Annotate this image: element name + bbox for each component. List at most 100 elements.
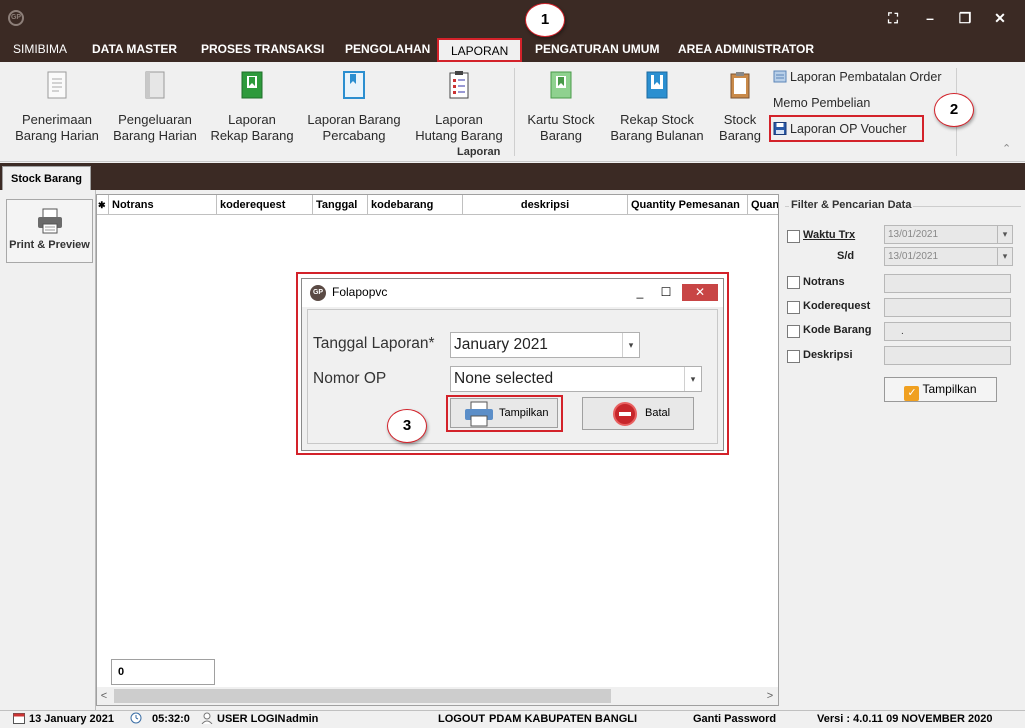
kode-barang-label: Kode Barang: [803, 324, 872, 336]
maximize-button[interactable]: ❐: [953, 8, 977, 28]
minimize-button[interactable]: –: [918, 8, 942, 28]
document-tab-strip: [0, 163, 1025, 190]
waktu-to-field[interactable]: 13/01/2021 ▾: [884, 247, 1013, 266]
column-header-deskripsi[interactable]: deskripsi: [463, 195, 628, 215]
clipboard-list-icon: [449, 71, 469, 99]
ribbon-label-line2: Barang: [540, 128, 582, 143]
column-header-koderequest[interactable]: koderequest: [217, 195, 313, 215]
title-bar: GP ⛶ – ❐ ✕: [0, 0, 1025, 36]
chevron-down-icon[interactable]: ▾: [997, 248, 1012, 265]
chevron-down-icon[interactable]: ▾: [622, 333, 639, 357]
scroll-right-icon[interactable]: >: [763, 687, 777, 705]
notrans-field[interactable]: [884, 274, 1011, 293]
kode-barang-checkbox[interactable]: [787, 325, 800, 338]
ribbon-label-line2: Rekap Barang: [210, 128, 294, 143]
clock-icon: [130, 712, 142, 724]
dialog-logo-icon: GP: [310, 285, 326, 301]
waktu-to-value: 13/01/2021: [888, 251, 939, 262]
left-panel: Print & Preview: [0, 190, 96, 710]
blue-book-icon: [343, 71, 365, 99]
ribbon-laporan-barang-percabang[interactable]: Laporan Barang Percabang: [306, 70, 402, 144]
ribbon-label-line2: Percabang: [322, 128, 386, 143]
callout-1: 1: [525, 3, 565, 37]
ribbon-label-line2: Barang: [719, 128, 761, 143]
column-header-tanggal[interactable]: Tanggal: [313, 195, 368, 215]
menu-data-master[interactable]: DATA MASTER: [92, 36, 177, 62]
waktu-from-field[interactable]: 13/01/2021 ▾: [884, 225, 1013, 244]
filter-tampilkan-button[interactable]: ✓ Tampilkan: [884, 377, 997, 402]
chevron-down-icon[interactable]: ▾: [684, 367, 701, 391]
report-icon: [773, 70, 787, 83]
ribbon-laporan-pembatalan-order[interactable]: Laporan Pembatalan Order: [773, 67, 941, 87]
deskripsi-field[interactable]: [884, 346, 1011, 365]
tab-stock-barang[interactable]: Stock Barang: [2, 166, 91, 190]
menu-area-administrator[interactable]: AREA ADMINISTRATOR: [678, 36, 814, 62]
ribbon-stock-barang[interactable]: Stock Barang: [715, 70, 765, 144]
blue-book-icon: [646, 71, 668, 99]
kode-barang-field[interactable]: .: [884, 322, 1011, 341]
status-time: 05:32:0: [130, 711, 190, 728]
ribbon-label-line1: Laporan Barang: [307, 112, 401, 127]
waktu-trx-label: Waktu Trx: [803, 229, 856, 241]
dialog-minimize-button[interactable]: _: [632, 283, 648, 301]
ribbon-collapse-icon[interactable]: ⌃: [1002, 142, 1011, 155]
ribbon-memo-pembelian[interactable]: Memo Pembelian: [773, 93, 870, 113]
document-icon: [47, 71, 67, 99]
column-header-kodebarang[interactable]: kodebarang: [368, 195, 463, 215]
callout-2: 2: [934, 93, 974, 127]
nomor-op-select[interactable]: None selected ▾: [450, 366, 702, 392]
dialog-tampilkan-button[interactable]: Tampilkan: [450, 398, 558, 428]
status-username: admin: [286, 713, 319, 725]
grid-footer-count: 0: [111, 659, 215, 685]
green-book-icon: [550, 71, 572, 99]
status-date-text: 13 January 2021: [29, 713, 115, 725]
restore-icon[interactable]: ⛶: [881, 8, 905, 28]
koderequest-label: Koderequest: [803, 300, 871, 312]
koderequest-field[interactable]: [884, 298, 1011, 317]
ribbon-laporan-hutang-barang[interactable]: Laporan Hutang Barang: [413, 70, 505, 144]
ribbon-penerimaan-barang-harian[interactable]: Penerimaan Barang Harian: [14, 70, 100, 144]
ribbon-rekap-stock-barang-bulanan[interactable]: Rekap Stock Barang Bulanan: [609, 70, 705, 144]
dialog-batal-button[interactable]: Batal: [582, 397, 694, 430]
print-preview-button[interactable]: Print & Preview: [6, 199, 93, 263]
menu-pengolahan[interactable]: PENGOLAHAN: [345, 36, 430, 62]
horizontal-scrollbar[interactable]: < >: [97, 687, 778, 705]
menu-laporan[interactable]: LAPORAN: [437, 38, 523, 62]
ribbon: Penerimaan Barang Harian Pengeluaran Bar…: [0, 62, 1025, 162]
tanggal-laporan-select[interactable]: January 2021 ▾: [450, 332, 640, 358]
dialog-maximize-button[interactable]: ☐: [658, 283, 674, 301]
koderequest-checkbox[interactable]: [787, 301, 800, 314]
ribbon-pengeluaran-barang-harian[interactable]: Pengeluaran Barang Harian: [112, 70, 198, 144]
ribbon-label-line1: Kartu Stock: [527, 112, 595, 127]
ribbon-label-line1: Penerimaan: [21, 112, 93, 127]
filter-panel: Filter & Pencarian Data Waktu Trx 13/01/…: [779, 190, 1025, 710]
dialog-close-button[interactable]: ✕: [682, 284, 718, 301]
print-preview-label: Print & Preview: [9, 239, 90, 251]
ribbon-label-line1: Rekap Stock: [620, 112, 694, 127]
deskripsi-checkbox[interactable]: [787, 350, 800, 363]
ribbon-label-line2: Hutang Barang: [415, 128, 503, 143]
chevron-down-icon[interactable]: ▾: [997, 226, 1012, 243]
scrollbar-thumb[interactable]: [114, 689, 611, 703]
notrans-checkbox[interactable]: [787, 276, 800, 289]
column-header-quantity-pemesanan[interactable]: Quantity Pemesanan: [628, 195, 748, 215]
column-header-quan[interactable]: Quan: [748, 195, 778, 215]
ganti-password-link[interactable]: Ganti Password: [693, 711, 776, 728]
scroll-left-icon[interactable]: <: [97, 687, 111, 705]
close-button[interactable]: ✕: [988, 8, 1012, 28]
dialog-title: Folapopvc: [332, 285, 388, 299]
book-icon: [145, 71, 165, 99]
menu-proses-transaksi[interactable]: PROSES TRANSAKSI: [201, 36, 324, 62]
menu-pengaturan-umum[interactable]: PENGATURAN UMUM: [535, 36, 659, 62]
logout-link[interactable]: LOGOUT: [438, 711, 485, 728]
ribbon-kartu-stock-barang[interactable]: Kartu Stock Barang: [522, 70, 600, 144]
callout-3: 3: [387, 409, 427, 443]
ribbon-laporan-rekap-barang[interactable]: Laporan Rekap Barang: [209, 70, 295, 144]
menu-simibima[interactable]: SIMIBIMA: [13, 36, 67, 62]
waktu-trx-checkbox[interactable]: [787, 230, 800, 243]
user-login-label: USER LOGIN: [217, 713, 286, 725]
column-header-notrans[interactable]: Notrans: [109, 195, 217, 215]
ribbon-small-label: Laporan Pembatalan Order: [790, 70, 942, 84]
user-icon: [201, 712, 213, 724]
ribbon-label-line1: Laporan: [228, 112, 276, 127]
